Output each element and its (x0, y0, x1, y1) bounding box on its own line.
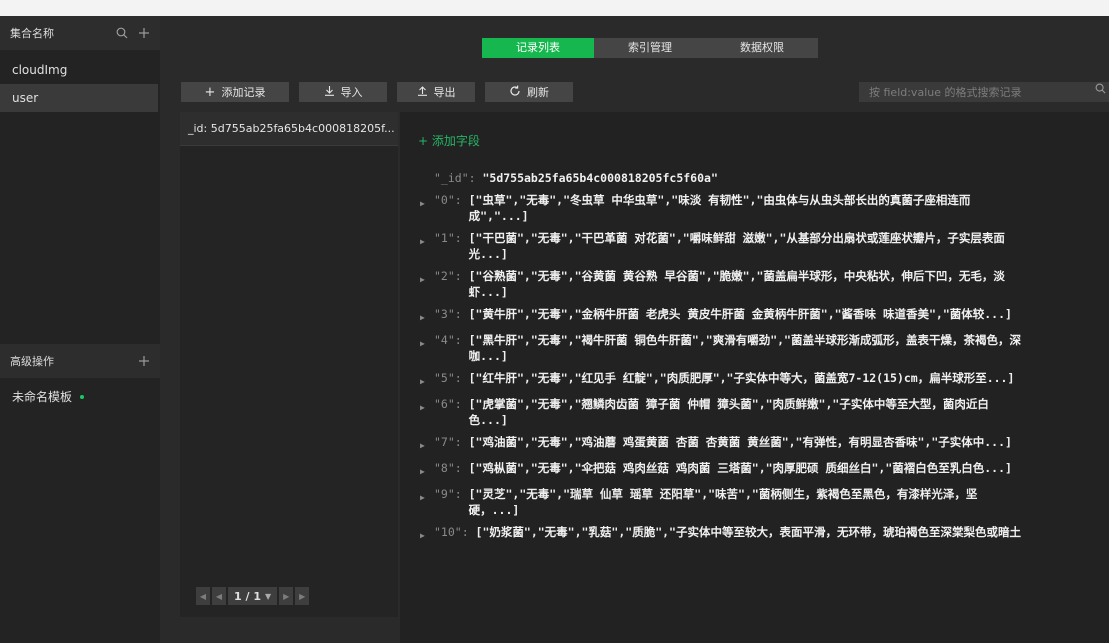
refresh-icon (509, 85, 521, 100)
expand-arrow-icon[interactable]: ▶ (420, 524, 434, 544)
tab-bar: 记录列表 索引管理 数据权限 (482, 38, 818, 58)
field-row: ▶ "2": ["谷熟菌","无毒","谷黄菌 黄谷熟 早谷菌","脆嫩","菌盖… (420, 268, 1105, 300)
field-key: "5": (434, 371, 469, 385)
upload-icon (417, 85, 428, 99)
toolbar: + 添加记录 导入 导出 刷新 (181, 82, 573, 102)
import-label: 导入 (340, 86, 363, 99)
tab-records[interactable]: 记录列表 (482, 38, 594, 58)
expand-arrow-icon[interactable]: ▶ (420, 460, 434, 480)
field-row-id: "_id": "5d755ab25fa65b4c000818205fc5f60a… (420, 170, 1105, 186)
advanced-header: 高级操作 (0, 344, 160, 378)
refresh-button[interactable]: 刷新 (485, 82, 573, 102)
expand-arrow-icon[interactable]: ▶ (420, 332, 434, 364)
record-list-item[interactable]: _id: 5d755ab25fa65b4c000818205f... (180, 112, 398, 146)
record-list: _id: 5d755ab25fa65b4c000818205f... (180, 112, 398, 617)
add-collection-icon[interactable] (136, 25, 152, 41)
field-value: ["灵芝","无毒","瑞草 仙草 瑶草 还阳草","味苦","菌柄侧生，紫褐色… (468, 487, 978, 517)
expand-arrow-icon[interactable]: ▶ (420, 230, 434, 262)
record-detail: + 添加字段 "_id": "5d755ab25fa65b4c000818205… (400, 112, 1109, 643)
import-button[interactable]: 导入 (299, 82, 387, 102)
field-value: ["虎掌菌","无毒","翘鳞肉齿菌 獐子菌 仲帽 獐头菌","肉质鲜嫩","子… (468, 397, 989, 427)
add-record-button[interactable]: + 添加记录 (181, 82, 289, 102)
field-row: ▶ "0": ["虫草","无毒","冬虫草 中华虫草","味淡 有韧性","由虫… (420, 192, 1105, 224)
field-key: "8": (434, 461, 469, 475)
expand-arrow-icon[interactable]: ▶ (420, 268, 434, 300)
field-key: "_id": (434, 171, 483, 185)
expand-arrow-icon[interactable]: ▶ (420, 434, 434, 454)
tab-indexes[interactable]: 索引管理 (594, 38, 706, 58)
field-row: ▶ "6": ["虎掌菌","无毒","翘鳞肉齿菌 獐子菌 仲帽 獐头菌","肉质… (420, 396, 1105, 428)
field-value: ["黄牛肝","无毒","金柄牛肝菌 老虎头 黄皮牛肝菌 金黄柄牛肝菌","酱香… (468, 307, 1012, 321)
field-row: ▶ "1": ["干巴菌","无毒","干巴革菌 对花菌","嚼味鲜甜 滋嫩","… (420, 230, 1105, 262)
search-input[interactable] (859, 82, 1109, 102)
add-field-button[interactable]: + 添加字段 (418, 132, 480, 149)
add-record-label: 添加记录 (221, 86, 266, 99)
advanced-title: 高级操作 (10, 355, 54, 368)
field-row: ▶ "9": ["灵芝","无毒","瑞草 仙草 瑶草 还阳草","味苦","菌柄… (420, 486, 1105, 518)
plus-icon: + (418, 134, 432, 148)
field-value: ["虫草","无毒","冬虫草 中华虫草","味淡 有韧性","由虫体与从虫头部… (468, 193, 971, 223)
field-row: ▶ "7": ["鸡油菌","无毒","鸡油蘑 鸡蛋黄菌 杏菌 杏黄菌 黄丝菌",… (420, 434, 1105, 454)
next-page-button[interactable]: ▶ (279, 587, 294, 605)
status-dot (80, 395, 85, 399)
search-icon[interactable] (1095, 83, 1106, 98)
field-row: ▶ "8": ["鸡枞菌","无毒","伞把菇 鸡肉丝菇 鸡肉菌 三塔菌","肉厚… (420, 460, 1105, 480)
field-key: "6": (434, 397, 469, 411)
add-template-icon[interactable] (136, 353, 152, 369)
expand-arrow-icon[interactable]: ▶ (420, 192, 434, 224)
expand-arrow-icon[interactable]: ▶ (420, 486, 434, 518)
download-icon (324, 85, 335, 99)
expand-arrow-icon[interactable]: ▶ (420, 306, 434, 326)
first-page-button[interactable]: ◀ (196, 587, 210, 605)
template-name: 未命名模板 (12, 390, 73, 404)
template-item[interactable]: 未命名模板 (0, 384, 160, 410)
field-value: ["奶浆菌","无毒","乳菇","质脆","子实体中等至较大，表面平滑，无环带… (475, 525, 1021, 539)
collection-item-cloudimg[interactable]: cloudImg (0, 56, 160, 84)
field-key: "1": (434, 231, 469, 245)
collections-title: 集合名称 (10, 27, 54, 40)
field-row: ▶ "10": ["奶浆菌","无毒","乳菇","质脆","子实体中等至较大，表… (420, 524, 1105, 544)
field-row: ▶ "3": ["黄牛肝","无毒","金柄牛肝菌 老虎头 黄皮牛肝菌 金黄柄牛肝… (420, 306, 1105, 326)
page-select[interactable]: 1 / 1 ▼ (228, 587, 278, 605)
collection-item-user[interactable]: user (0, 84, 158, 112)
field-value: ["鸡枞菌","无毒","伞把菇 鸡肉丝菇 鸡肉菌 三塔菌","肉厚肥硕 质细丝… (468, 461, 1012, 475)
pagination: ◀ ◀ 1 / 1 ▼ ▶ ▶ (196, 587, 310, 605)
field-key: "10": (434, 525, 476, 539)
plus-icon: + (204, 84, 216, 100)
prev-page-button[interactable]: ◀ (212, 587, 226, 605)
page-label: 1 / 1 (234, 589, 261, 603)
export-label: 导出 (433, 86, 456, 99)
field-value: ["黑牛肝","无毒","褐牛肝菌 铜色牛肝菌","爽滑有嚼劲","菌盖半球形渐… (468, 333, 1021, 363)
field-row: ▶ "5": ["红牛肝","无毒","红见手 红靛","肉质肥厚","子实体中等… (420, 370, 1105, 390)
field-value: ["鸡油菌","无毒","鸡油蘑 鸡蛋黄菌 杏菌 杏黄菌 黄丝菌","有弹性，有… (468, 435, 1012, 449)
expand-arrow-icon[interactable]: ▶ (420, 370, 434, 390)
main-panel: 记录列表 索引管理 数据权限 + 添加记录 导入 导出 刷新 _id: 5d75… (160, 16, 1109, 643)
refresh-label: 刷新 (527, 86, 549, 99)
field-value: ["红牛肝","无毒","红见手 红靛","肉质肥厚","子实体中等大，菌盖宽7… (468, 371, 1015, 385)
collections-header: 集合名称 (0, 16, 160, 50)
document-view: "_id": "5d755ab25fa65b4c000818205fc5f60a… (420, 170, 1105, 550)
field-key: "7": (434, 435, 469, 449)
field-key: "4": (434, 333, 469, 347)
field-value: ["干巴菌","无毒","干巴革菌 对花菌","嚼味鲜甜 滋嫩","从基部分出扇… (468, 231, 1005, 261)
last-page-button[interactable]: ▶ (295, 587, 310, 605)
tab-permissions[interactable]: 数据权限 (706, 38, 818, 58)
collections-sidebar: 集合名称 cloudImg user 高级操作 未命名模板 (0, 16, 160, 643)
expand-arrow-icon[interactable]: ▶ (420, 396, 434, 428)
add-field-label: 添加字段 (431, 134, 480, 148)
export-button[interactable]: 导出 (397, 82, 475, 102)
field-key: "3": (434, 307, 469, 321)
chevron-down-icon: ▼ (264, 591, 272, 601)
search-icon[interactable] (114, 25, 130, 41)
field-value: ["谷熟菌","无毒","谷黄菌 黄谷熟 早谷菌","脆嫩","菌盖扁半球形，中… (468, 269, 1005, 299)
top-strip (0, 0, 1109, 16)
field-key: "9": (434, 487, 469, 501)
field-key: "2": (434, 269, 469, 283)
field-row: ▶ "4": ["黑牛肝","无毒","褐牛肝菌 铜色牛肝菌","爽滑有嚼劲","… (420, 332, 1105, 364)
field-value: "5d755ab25fa65b4c000818205fc5f60a" (482, 171, 718, 185)
field-key: "0": (434, 193, 469, 207)
